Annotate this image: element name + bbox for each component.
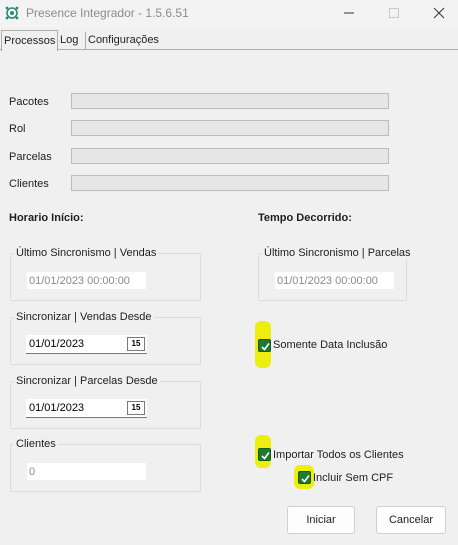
tab-processos[interactable]: Processos	[1, 30, 58, 51]
sinc-parcelas-date-picker[interactable]: 01/01/2023 15	[26, 399, 147, 418]
sinc-parcelas-group: Sincronizar | Parcelas Desde 01/01/2023 …	[10, 375, 201, 429]
somente-data-checkbox[interactable]	[258, 339, 271, 352]
minimize-icon[interactable]	[342, 6, 356, 20]
pacotes-progress	[71, 93, 389, 109]
iniciar-button[interactable]: Iniciar	[287, 506, 355, 534]
ultimo-vendas-field: 01/01/2023 00:00:00	[26, 271, 147, 290]
sinc-vendas-group: Sincronizar | Vendas Desde 01/01/2023 15	[10, 311, 201, 365]
ultimo-parcelas-group: Último Sincronismo | Parcelas 01/01/2023…	[258, 247, 413, 301]
tempo-decorrido-heading: Tempo Decorrido:	[258, 212, 352, 224]
clientes-count-field: 0	[26, 462, 147, 481]
clientes-group: Clientes 0	[10, 438, 201, 492]
window-title: Presence Integrador - 1.5.6.51	[26, 6, 189, 20]
sinc-vendas-date-picker[interactable]: 01/01/2023 15	[26, 335, 147, 354]
tab-configuracoes[interactable]: Configurações	[85, 32, 161, 50]
calendar-icon[interactable]: 15	[127, 337, 145, 351]
app-logo-icon	[5, 6, 19, 20]
pacotes-label: Pacotes	[9, 96, 49, 108]
ultimo-parcelas-title: Último Sincronismo | Parcelas	[262, 247, 413, 259]
ultimo-parcelas-field: 01/01/2023 00:00:00	[274, 271, 395, 290]
horario-inicio-heading: Horario Início:	[9, 212, 84, 224]
maximize-icon[interactable]	[387, 6, 401, 20]
clientes-progress	[71, 175, 389, 191]
parcelas-progress	[71, 148, 389, 164]
importar-todos-checkbox[interactable]	[258, 448, 271, 461]
parcelas-label: Parcelas	[9, 151, 52, 163]
incluir-sem-cpf-label[interactable]: Incluir Sem CPF	[313, 472, 393, 484]
calendar-icon[interactable]: 15	[127, 401, 145, 415]
clientes-group-title: Clientes	[14, 438, 58, 450]
sinc-parcelas-title: Sincronizar | Parcelas Desde	[14, 375, 160, 387]
ultimo-vendas-title: Último Sincronismo | Vendas	[14, 247, 159, 259]
sinc-vendas-date-value: 01/01/2023	[29, 338, 85, 350]
cancelar-button[interactable]: Cancelar	[376, 506, 446, 534]
checkmark-icon	[261, 343, 270, 351]
sinc-parcelas-date-value: 01/01/2023	[29, 402, 85, 414]
importar-todos-label[interactable]: Importar Todos os Clientes	[273, 449, 404, 461]
ultimo-vendas-group: Último Sincronismo | Vendas 01/01/2023 0…	[10, 247, 201, 301]
incluir-sem-cpf-checkbox[interactable]	[298, 471, 311, 484]
close-icon[interactable]	[432, 6, 446, 20]
checkmark-icon	[261, 452, 270, 460]
rol-label: Rol	[9, 123, 26, 135]
checkmark-icon	[301, 475, 310, 483]
tab-strip: Processos Log Configurações	[0, 30, 458, 51]
sinc-vendas-title: Sincronizar | Vendas Desde	[14, 311, 154, 323]
somente-data-label[interactable]: Somente Data Inclusão	[273, 339, 387, 351]
clientes-label: Clientes	[9, 178, 49, 190]
tab-log[interactable]: Log	[58, 32, 80, 50]
title-bar: Presence Integrador - 1.5.6.51	[0, 0, 458, 28]
rol-progress	[71, 120, 389, 136]
